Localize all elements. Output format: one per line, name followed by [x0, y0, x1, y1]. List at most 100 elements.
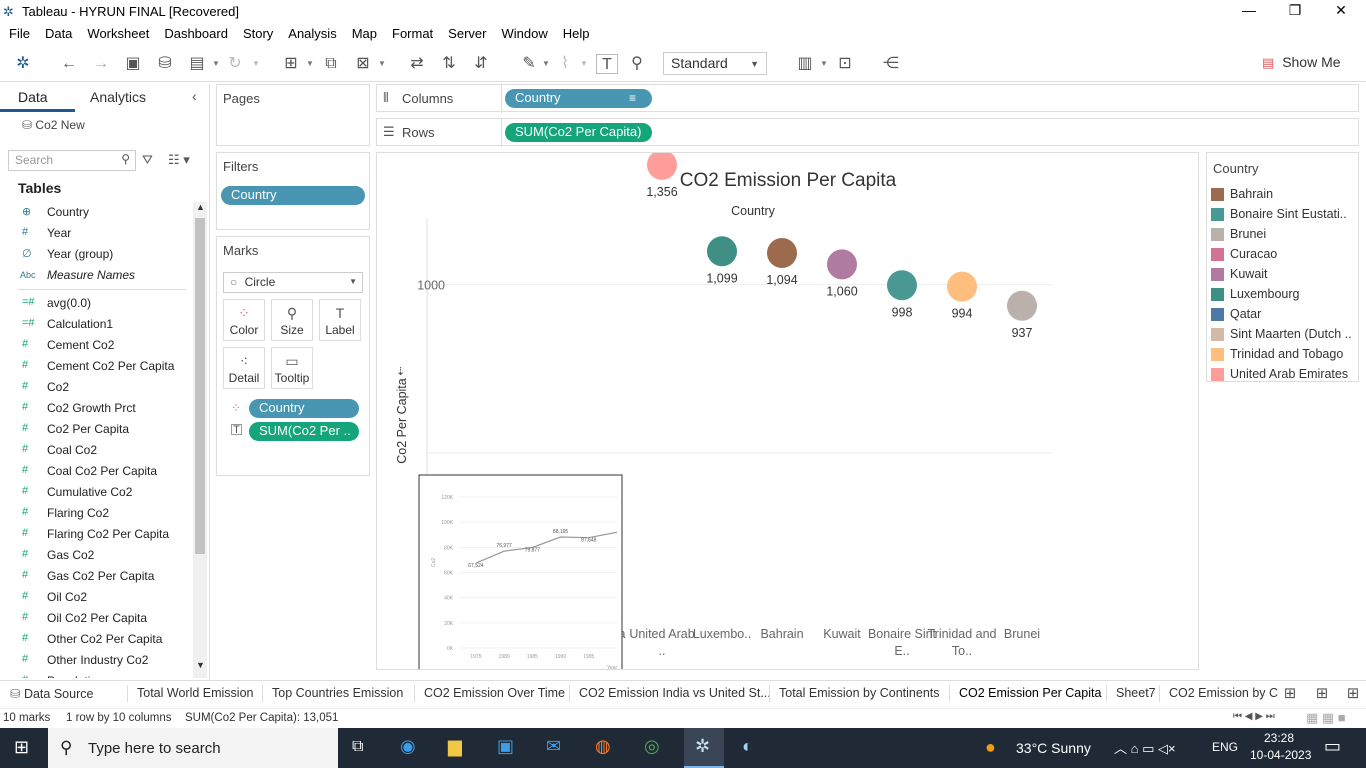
field-item[interactable]: # Cement Co2 — [0, 335, 192, 356]
label-button[interactable]: T Label — [319, 299, 361, 341]
field-item[interactable]: # Oil Co2 Per Capita — [0, 608, 192, 629]
clock-date[interactable]: 10-04-2023 — [1250, 748, 1311, 762]
field-item[interactable]: # Oil Co2 — [0, 587, 192, 608]
refresh-icon[interactable]: ↻ — [224, 54, 246, 74]
field-item[interactable]: # Flaring Co2 — [0, 503, 192, 524]
new-worksheet-icon[interactable]: ⊞ — [1278, 684, 1302, 702]
data-point[interactable] — [767, 237, 797, 268]
show-cards-icon[interactable]: ▥ — [794, 54, 816, 74]
menu-help[interactable]: Help — [563, 24, 590, 41]
fit-select[interactable]: Standard ▼ — [663, 52, 767, 75]
tab-data[interactable]: Data — [0, 84, 75, 112]
menu-dashboard[interactable]: Dashboard — [164, 24, 228, 41]
sort-icon[interactable]: ⇣ — [396, 366, 405, 378]
share-icon[interactable]: ⋲ — [880, 54, 902, 74]
new-datasource-icon[interactable]: ⛁ — [154, 54, 176, 74]
file-explorer-icon[interactable]: ▆ — [448, 736, 462, 757]
sheet-tab[interactable]: Total World Emission — [137, 686, 253, 700]
new-sheet-icon[interactable]: ⊞ — [280, 54, 302, 74]
new-dashboard-icon[interactable]: ⊞ — [1310, 684, 1334, 702]
menu-analysis[interactable]: Analysis — [288, 24, 336, 41]
datasource-item[interactable]: ⛁ Co2 New — [22, 118, 85, 132]
detail-button[interactable]: ⁖ Detail — [223, 347, 265, 389]
restore-icon[interactable]: ❐ — [1272, 2, 1318, 22]
edge-icon[interactable]: ◉ — [400, 736, 416, 757]
close-icon[interactable]: ✕ — [1318, 2, 1364, 22]
language-indicator[interactable]: ENG — [1212, 740, 1238, 754]
search-input[interactable]: Search ⚲ — [8, 150, 136, 171]
dropdown-icon[interactable]: ▼ — [212, 54, 220, 74]
sort-descending-icon[interactable]: ⇵ — [470, 54, 492, 74]
rows-shelf[interactable]: ☰ Rows SUM(Co2 Per Capita) — [376, 118, 1359, 147]
dropdown-icon[interactable]: ▼ — [306, 54, 314, 74]
firefox-icon[interactable]: ◍ — [595, 736, 611, 757]
field-item[interactable]: # Cement Co2 Per Capita — [0, 356, 192, 377]
tray-icons[interactable]: ︿ ⌂ ▭ ◁× — [1114, 738, 1176, 757]
sheet-tab[interactable]: CO2 Emission Per Capita — [959, 686, 1101, 700]
menu-file[interactable]: File — [9, 24, 30, 41]
filters-card[interactable]: Filters Country — [216, 152, 370, 230]
field-item[interactable]: =# avg(0.0) — [0, 293, 192, 314]
menu-server[interactable]: Server — [448, 24, 486, 41]
group-icon[interactable]: ⌇ — [554, 54, 576, 74]
tableau-home-icon[interactable]: ✲ — [12, 54, 34, 74]
field-item[interactable]: =# Calculation1 — [0, 314, 192, 335]
menu-data[interactable]: Data — [45, 24, 72, 41]
presentation-icon[interactable]: ⊡ — [834, 54, 856, 74]
sort-ascending-icon[interactable]: ⇅ — [438, 54, 460, 74]
field-item[interactable]: # Co2 — [0, 377, 192, 398]
data-point[interactable] — [647, 149, 677, 180]
dropdown-icon[interactable]: ▼ — [580, 54, 588, 74]
menu-worksheet[interactable]: Worksheet — [87, 24, 149, 41]
sheet-tab[interactable]: CO2 Emission India vs United St... — [579, 686, 771, 700]
filter-icon[interactable]: ⛛ — [142, 152, 153, 168]
menu-map[interactable]: Map — [352, 24, 377, 41]
pin-icon[interactable]: ⚲ — [626, 54, 648, 74]
store-icon[interactable]: ▣ — [497, 736, 514, 757]
tooltip-button[interactable]: ▭ Tooltip — [271, 347, 313, 389]
swap-icon[interactable]: ⇄ — [406, 54, 428, 74]
field-item[interactable]: # Other Co2 Per Capita — [0, 629, 192, 650]
highlight-icon[interactable]: ✎ — [518, 54, 540, 74]
windows-start-icon[interactable]: ⊞ — [14, 737, 29, 758]
sheet-nav-arrows[interactable]: ⏮ ◀ ▶ ⏭ — [1233, 711, 1275, 722]
scroll-down-icon[interactable]: ▼ — [196, 660, 205, 670]
mark-type-select[interactable]: ○ Circle ▼ — [223, 272, 363, 293]
menu-story[interactable]: Story — [243, 24, 273, 41]
notification-icon[interactable]: ▭ — [1324, 736, 1341, 757]
scroll-thumb[interactable] — [195, 218, 205, 554]
field-item[interactable]: Abc Measure Names — [0, 265, 192, 286]
menu-window[interactable]: Window — [501, 24, 547, 41]
filter-pill-country[interactable]: Country — [221, 186, 365, 205]
sort-icon[interactable]: ≡ — [629, 91, 636, 105]
field-item[interactable]: # Cumulative Co2 — [0, 482, 192, 503]
view-mode-icons[interactable]: ▦ ▦ ■ — [1306, 710, 1346, 726]
data-point[interactable] — [827, 249, 857, 280]
pages-card[interactable]: Pages — [216, 84, 370, 146]
data-point[interactable] — [947, 271, 977, 302]
rows-pill-co2-per-capita[interactable]: SUM(Co2 Per Capita) — [505, 123, 652, 142]
sheet-tab[interactable]: Total Emission by Continents — [779, 686, 940, 700]
field-item[interactable]: # Coal Co2 — [0, 440, 192, 461]
sheet-tab[interactable]: Sheet7 — [1116, 686, 1156, 700]
save-icon[interactable]: ▣ — [122, 54, 144, 74]
dropdown-icon[interactable]: ▼ — [820, 54, 828, 74]
data-point[interactable] — [1007, 290, 1037, 321]
collapse-pane-icon[interactable]: ‹ — [192, 88, 197, 104]
pause-updates-icon[interactable]: ▤ — [186, 54, 208, 74]
field-item[interactable]: # Flaring Co2 Per Capita — [0, 524, 192, 545]
scroll-up-icon[interactable]: ▲ — [196, 202, 205, 212]
paint-icon[interactable]: ◐ — [742, 736, 753, 757]
field-item[interactable]: ∅ Year (group) — [0, 244, 192, 265]
chrome-icon[interactable]: ◎ — [644, 736, 660, 757]
field-item[interactable]: # Other Industry Co2 — [0, 650, 192, 671]
data-point[interactable] — [707, 236, 737, 267]
sheet-tab[interactable]: CO2 Emission Over Time — [424, 686, 565, 700]
menu-format[interactable]: Format — [392, 24, 433, 41]
field-item[interactable]: # Year — [0, 223, 192, 244]
field-item[interactable]: # Co2 Growth Prct — [0, 398, 192, 419]
marks-pill-co2-per-capita[interactable]: SUM(Co2 Per .. — [249, 422, 359, 441]
columns-shelf[interactable]: ⦀ Columns Country ≡ — [376, 84, 1359, 113]
color-button[interactable]: ⁘ Color — [223, 299, 265, 341]
show-me-button[interactable]: ▤ Show Me — [1262, 54, 1341, 71]
